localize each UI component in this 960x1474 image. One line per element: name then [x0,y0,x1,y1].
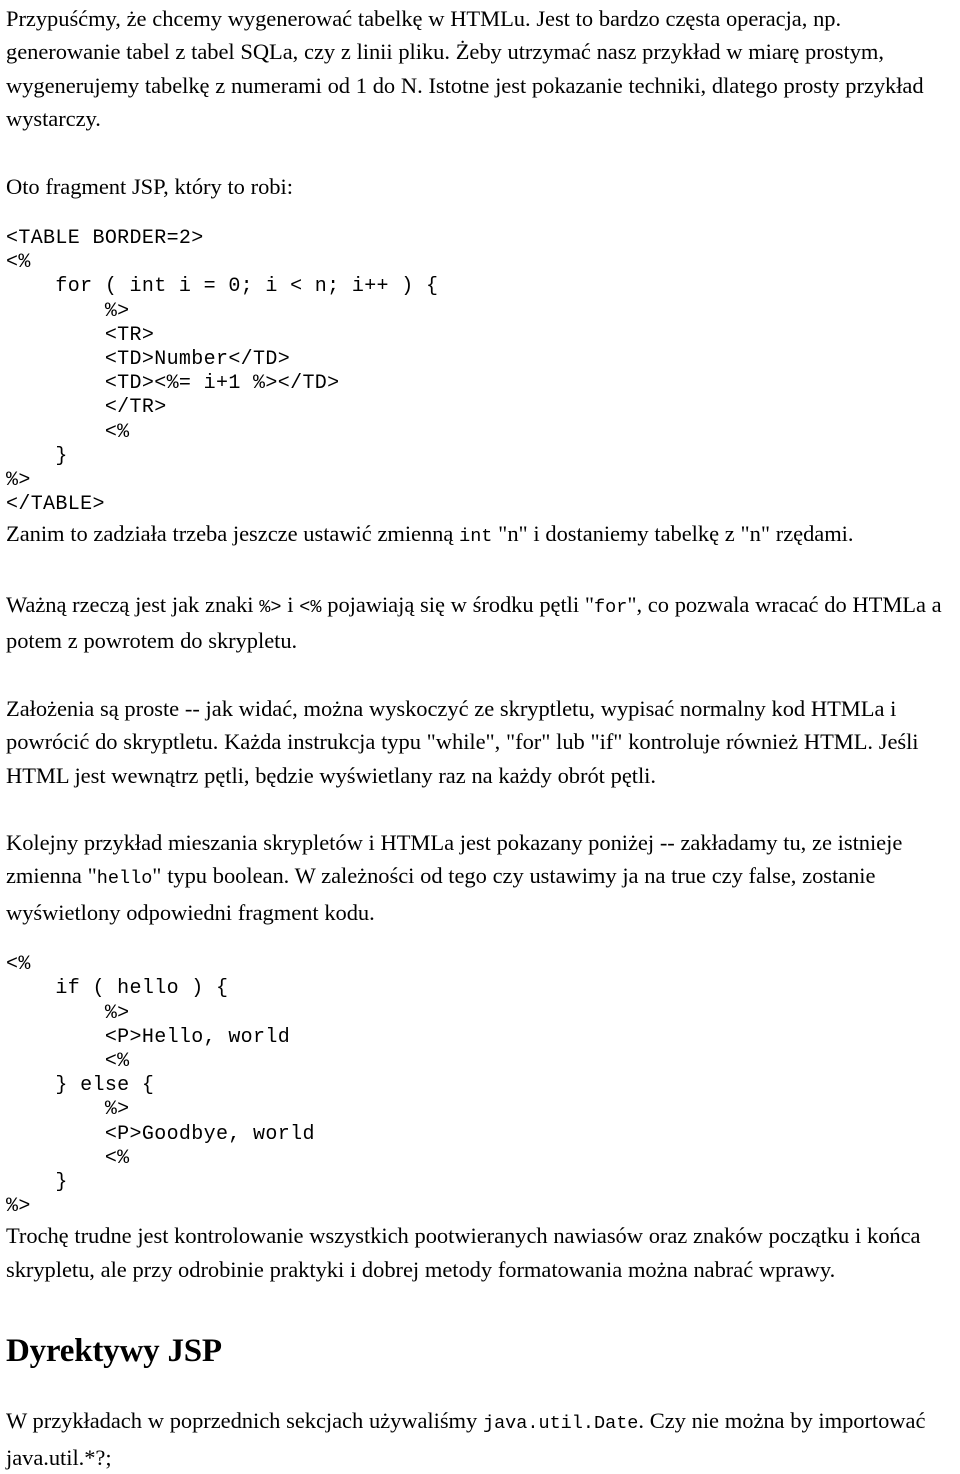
paragraph-zanim-seg1: Zanim to zadziała trzeba jeszcze ustawić… [6,521,460,547]
paragraph-zanim-seg2: "n" i dostaniemy tabelkę z "n" rzędami. [492,521,854,547]
document-page: Przypuśćmy, że chcemy wygenerować tabelk… [0,0,960,1470]
paragraph-zalozenia: Założenia są proste -- jak widać, można … [6,695,919,788]
intro-paragraph: Przypuśćmy, że chcemy wygenerować tabelk… [6,6,924,132]
inline-code-close-tag: %> [259,596,282,618]
paragraph-troche: Trochę trudne jest kontrolowanie wszystk… [6,1223,921,1282]
inline-code-open-tag: <% [299,596,322,618]
inline-code-hello: hello [96,868,153,890]
paragraph-zanim: Zanim to zadziała trzeba jeszcze ustawić… [6,517,952,553]
inline-code-int: int [459,526,493,548]
inline-code-for: for [594,596,628,618]
paragraph-wprzykladach: W przykładach w poprzednich sekcjach uży… [6,1404,952,1474]
paragraph-wazna: Ważną rzeczą jest jak znaki %> i <% poja… [6,588,952,658]
paragraph-wprzykladach-seg1: W przykładach w poprzednich sekcjach uży… [6,1408,483,1434]
section-heading-dyrektywy-jsp: Dyrektywy JSP [6,1333,222,1370]
paragraph-wazna-seg2: i [281,591,300,617]
code-block-jsp-table: <TABLE BORDER=2> <% for ( int i = 0; i <… [6,227,439,517]
paragraph-kolejny: Kolejny przykład mieszania skrypletów i … [6,826,952,929]
inline-code-java-util-date: java.util.Date [482,1413,639,1435]
paragraph-wazna-seg3: pojawiają się w środku pętli " [321,591,594,617]
lead-in-paragraph: Oto fragment JSP, który to robi: [6,173,293,199]
paragraph-wazna-seg1: Ważną rzeczą jest jak znaki [6,591,260,617]
code-block-jsp-if-else: <% if ( hello ) { %> <P>Hello, world <% … [6,953,315,1219]
